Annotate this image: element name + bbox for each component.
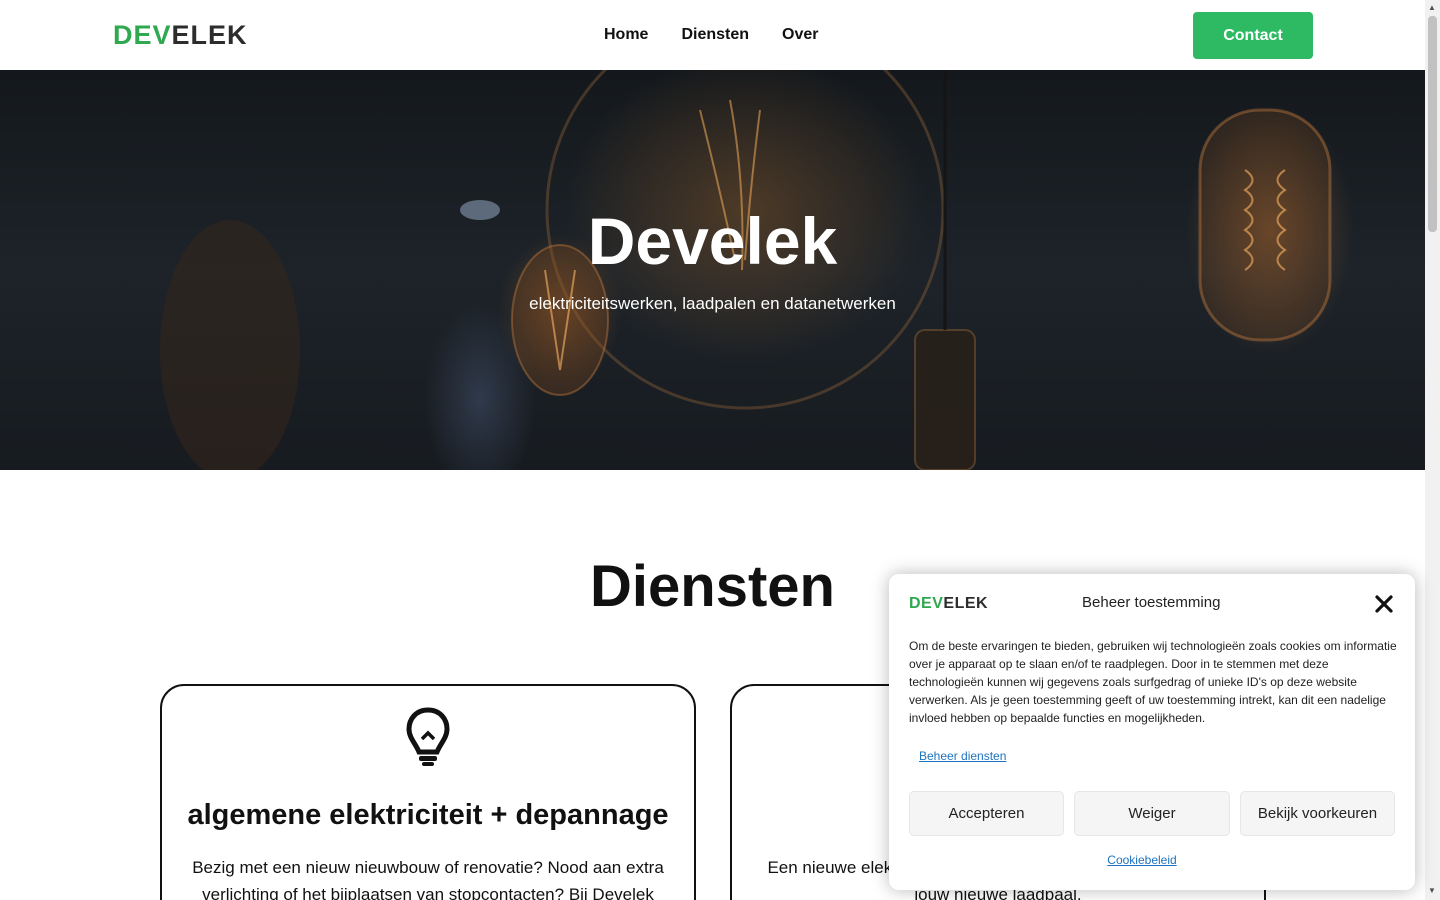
service-card-title: algemene elektriciteit + depannage [187, 799, 669, 831]
manage-services-link[interactable]: Beheer diensten [919, 749, 1006, 763]
lightbulb-icon [405, 706, 451, 773]
cookie-title: Beheer toestemming [1082, 594, 1221, 611]
hero-subtitle: elektriciteitswerken, laadpalen en datan… [529, 294, 896, 313]
logo-elek-text: ELEK [171, 20, 248, 50]
nav-item-home[interactable]: Home [604, 25, 648, 45]
logo-dev-text: DEV [113, 20, 172, 50]
cookie-description: Om de beste ervaringen te bieden, gebrui… [909, 639, 1397, 725]
hero-title: Develek [587, 204, 838, 278]
bulb-socket [914, 329, 976, 470]
scroll-down-arrow-icon[interactable]: ▼ [1428, 886, 1436, 895]
nav-item-over[interactable]: Over [782, 25, 818, 45]
cookie-logo: DEVELEK [909, 596, 988, 612]
service-card: algemene elektriciteit + depannage Bezig… [160, 684, 696, 900]
view-preferences-button[interactable]: Bekijk voorkeuren [1240, 791, 1395, 836]
cookie-consent-dialog: DEVELEK Beheer toestemming Om de beste e… [889, 574, 1415, 890]
cookie-logo-elek: ELEK [943, 595, 989, 612]
accept-button[interactable]: Accepteren [909, 791, 1064, 836]
nav-item-diensten[interactable]: Diensten [681, 25, 749, 45]
deny-button[interactable]: Weiger [1074, 791, 1230, 836]
cookie-policy-link[interactable]: Cookiebeleid [889, 853, 1395, 867]
site-header: DEVELEK Home Diensten Over Contact [0, 0, 1425, 70]
close-icon [1375, 595, 1393, 613]
cookie-logo-dev: DEV [909, 595, 944, 612]
logo[interactable]: DEVELEK [113, 20, 248, 50]
contact-button[interactable]: Contact [1193, 12, 1313, 59]
service-card-text: Bezig met een nieuw nieuwbouw of renovat… [192, 858, 664, 900]
scrollbar-thumb[interactable] [1428, 16, 1437, 232]
scroll-up-arrow-icon[interactable]: ▲ [1428, 3, 1436, 12]
hero-banner: Develek elektriciteitswerken, laadpalen … [0, 70, 1425, 470]
main-nav: Home Diensten Over [604, 25, 819, 45]
cookie-close-button[interactable] [1372, 592, 1396, 616]
